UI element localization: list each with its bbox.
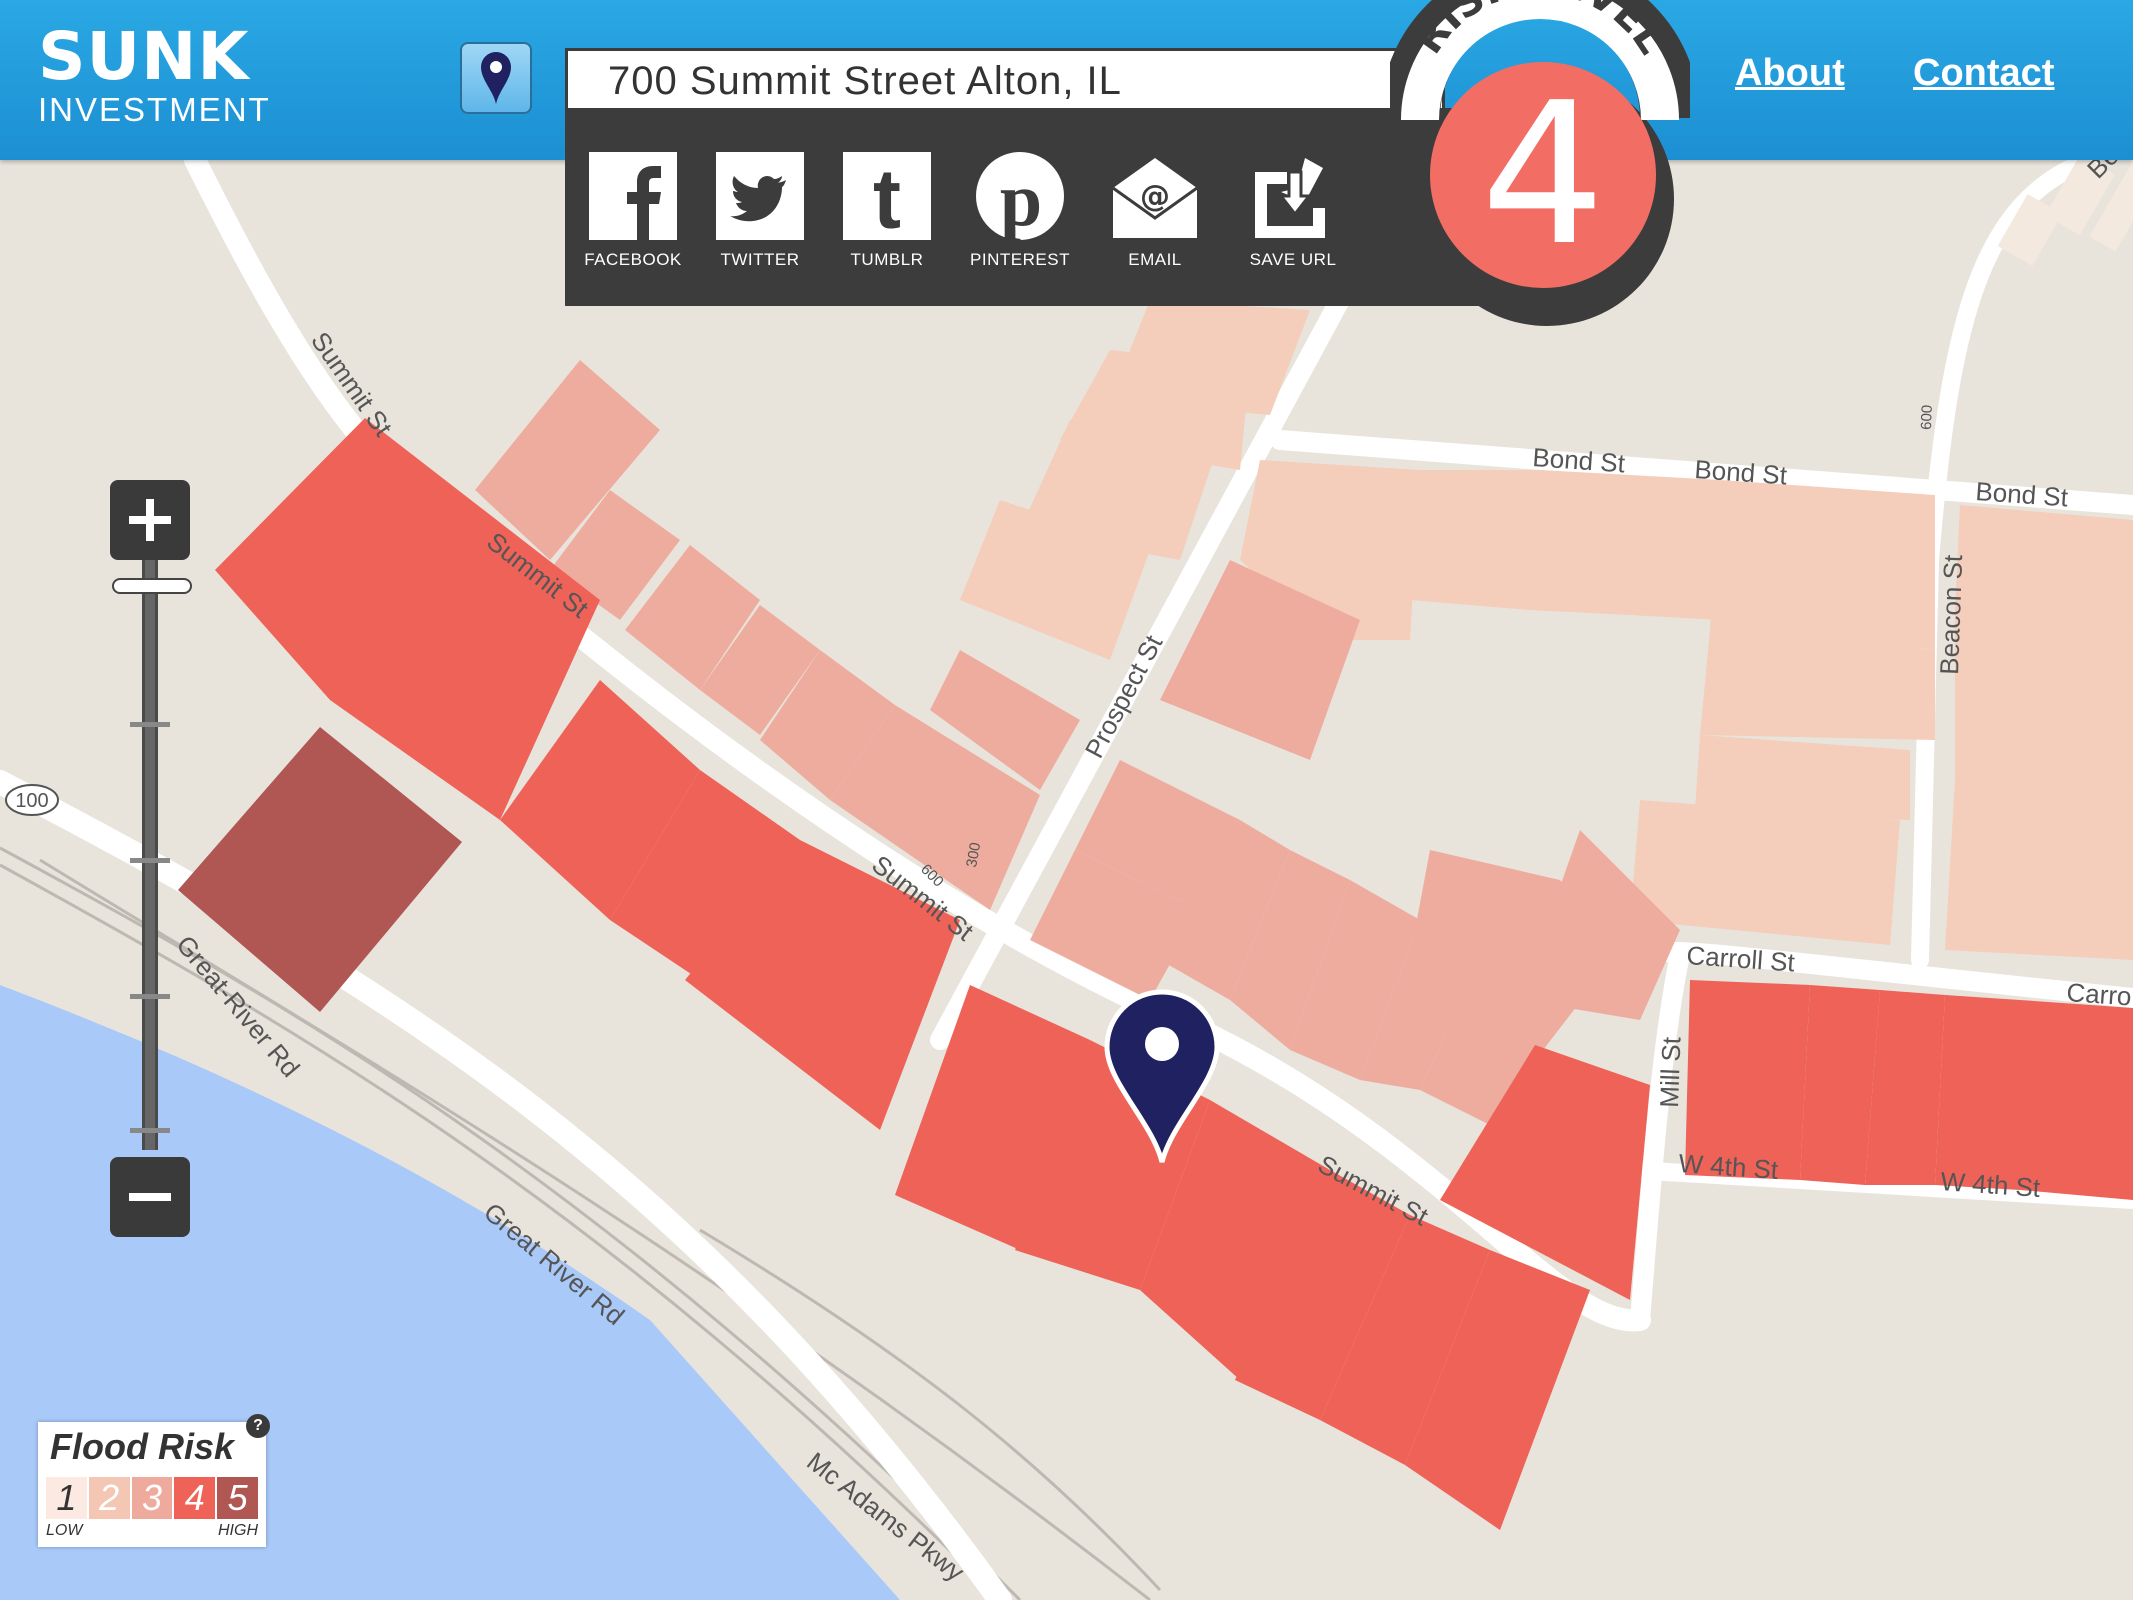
svg-text:100: 100 — [15, 790, 48, 812]
legend-level-3: 3 — [131, 1477, 175, 1519]
label-beacon: Beacon St — [1934, 553, 1968, 675]
locate-button[interactable] — [460, 42, 532, 114]
nav-contact[interactable]: Contact — [1913, 52, 2054, 95]
twitter-icon — [716, 152, 804, 240]
logo-title: SUNK — [38, 18, 250, 95]
route-100-shield: 100 — [5, 784, 59, 816]
plus-icon — [129, 499, 171, 541]
share-twitter-label: TWITTER — [720, 250, 800, 269]
share-pinterest-label: PINTEREST — [970, 250, 1070, 269]
legend-level-2: 2 — [88, 1477, 132, 1519]
nav-about[interactable]: About — [1735, 52, 1845, 95]
email-icon: @ — [1112, 158, 1198, 238]
share-save-url-label: SAVE URL — [1249, 250, 1337, 269]
address-bar[interactable]: 700 Summit Street Alton, IL — [565, 48, 1445, 108]
logo-subtitle: INVESTMENT — [38, 91, 271, 128]
legend-scale: 1 2 3 4 5 — [46, 1477, 258, 1519]
share-twitter-button[interactable]: TWITTER — [700, 152, 820, 270]
zoom-out-button[interactable] — [110, 1157, 190, 1237]
share-panel: FACEBOOK TWITTER t TUMBLR p PINTEREST @ … — [565, 108, 1565, 306]
help-icon[interactable]: ? — [246, 1414, 270, 1438]
label-600b: 600 — [1918, 405, 1936, 431]
svg-text:@: @ — [1140, 179, 1170, 214]
label-carroll-2: Carro — [2066, 977, 2133, 1011]
share-email-label: EMAIL — [1128, 250, 1182, 269]
zoom-slider-handle[interactable] — [112, 578, 192, 594]
map-pin-icon — [481, 52, 511, 104]
zoom-tick — [130, 1128, 170, 1133]
share-email-button[interactable]: @ EMAIL — [1095, 152, 1215, 270]
label-mill: Mill St — [1654, 1036, 1686, 1109]
risk-level-value: 4 — [1430, 62, 1656, 288]
share-tumblr-button[interactable]: t TUMBLR — [827, 152, 947, 270]
legend-high-label: HIGH — [218, 1522, 258, 1539]
svg-text:p: p — [1000, 158, 1042, 240]
svg-text:t: t — [873, 152, 901, 240]
zoom-tick — [130, 994, 170, 999]
flood-risk-legend: Flood Risk ? 1 2 3 4 5 LOW HIGH — [38, 1414, 270, 1547]
legend-level-5: 5 — [217, 1477, 258, 1519]
zoom-in-button[interactable] — [110, 480, 190, 560]
address-text: 700 Summit Street Alton, IL — [608, 59, 1122, 103]
share-save-url-button[interactable]: SAVE URL — [1233, 152, 1353, 270]
save-url-icon — [1255, 158, 1325, 238]
tumblr-icon: t — [843, 152, 931, 240]
logo[interactable]: SUNK INVESTMENT — [38, 24, 271, 130]
zoom-slider-track[interactable] — [142, 560, 158, 1150]
share-pinterest-button[interactable]: p PINTEREST — [960, 152, 1080, 270]
legend-level-4: 4 — [174, 1477, 218, 1519]
legend-low-label: LOW — [46, 1522, 83, 1539]
facebook-icon — [589, 152, 677, 240]
share-facebook-button[interactable]: FACEBOOK — [573, 152, 693, 270]
legend-title: Flood Risk — [50, 1426, 235, 1467]
zoom-tick — [130, 858, 170, 863]
legend-level-1: 1 — [46, 1477, 89, 1519]
minus-icon — [129, 1193, 171, 1201]
share-facebook-label: FACEBOOK — [584, 250, 682, 269]
share-tumblr-label: TUMBLR — [850, 250, 924, 269]
pinterest-icon: p — [976, 152, 1064, 240]
zoom-tick — [130, 722, 170, 727]
